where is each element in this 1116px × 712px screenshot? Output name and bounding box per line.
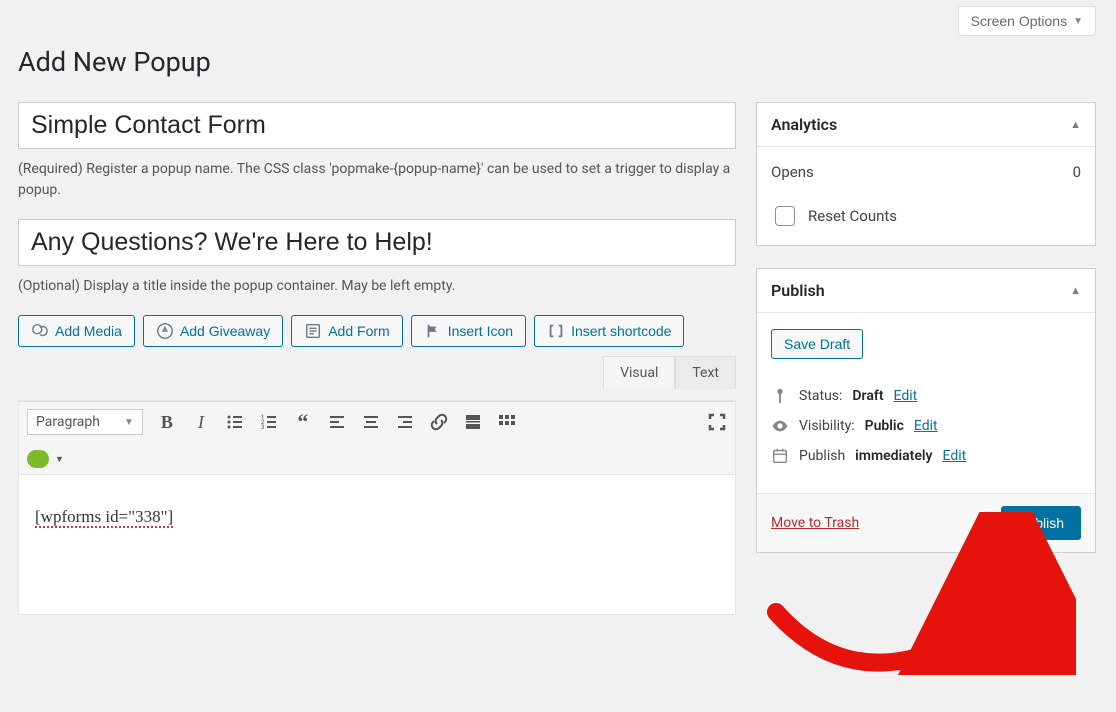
publish-time-line: Publish immediately Edit xyxy=(771,447,1081,465)
tab-text[interactable]: Text xyxy=(675,356,736,389)
add-media-button[interactable]: Add Media xyxy=(18,315,135,347)
save-draft-button[interactable]: Save Draft xyxy=(771,329,863,359)
status-value: Draft xyxy=(852,388,883,404)
flag-icon xyxy=(424,322,442,340)
gift-icon xyxy=(156,322,174,340)
visibility-edit-link[interactable]: Edit xyxy=(914,418,938,434)
format-dropdown[interactable]: Paragraph ▼ xyxy=(27,409,143,435)
analytics-header[interactable]: Analytics ▲ xyxy=(757,103,1095,147)
editor-toolbar: Paragraph ▼ B I 123 “ xyxy=(19,401,735,474)
editor-content-text: [wpforms id="338"] xyxy=(35,507,173,528)
tab-visual[interactable]: Visual xyxy=(603,356,675,389)
read-more-button[interactable] xyxy=(463,408,483,436)
svg-text:3: 3 xyxy=(261,424,264,431)
plugin-icon[interactable] xyxy=(27,450,49,468)
toolbar-toggle-button[interactable] xyxy=(497,408,517,436)
insert-icon-button[interactable]: Insert Icon xyxy=(411,315,526,347)
align-left-button[interactable] xyxy=(327,408,347,436)
analytics-panel: Analytics ▲ Opens 0 Reset Counts xyxy=(756,102,1096,246)
move-to-trash-link[interactable]: Move to Trash xyxy=(771,515,859,531)
calendar-icon xyxy=(771,447,789,465)
publish-label: Publish xyxy=(799,448,845,464)
fullscreen-button[interactable] xyxy=(707,408,727,436)
visibility-value: Public xyxy=(865,418,904,434)
align-center-button[interactable] xyxy=(361,408,381,436)
status-edit-link[interactable]: Edit xyxy=(894,388,918,404)
publish-title: Publish xyxy=(771,281,825,300)
caret-down-icon: ▼ xyxy=(1073,16,1083,27)
visibility-line: Visibility: Public Edit xyxy=(771,417,1081,435)
opens-label: Opens xyxy=(771,163,814,181)
reset-counts-row[interactable]: Reset Counts xyxy=(771,203,1081,229)
format-dropdown-label: Paragraph xyxy=(36,414,100,430)
numbered-list-button[interactable]: 123 xyxy=(259,408,279,436)
align-right-button[interactable] xyxy=(395,408,415,436)
publish-footer: Move to Trash Publish xyxy=(757,493,1095,552)
insert-icon-label: Insert Icon xyxy=(448,323,513,339)
popup-title-helper: (Optional) Display a title inside the po… xyxy=(18,276,736,297)
publish-header[interactable]: Publish ▲ xyxy=(757,269,1095,313)
screen-options-label: Screen Options xyxy=(971,13,1068,29)
bullet-list-button[interactable] xyxy=(225,408,245,436)
publish-button[interactable]: Publish xyxy=(1001,506,1081,540)
reset-counts-label: Reset Counts xyxy=(808,207,897,225)
media-buttons-row: Add Media Add Giveaway Add Form xyxy=(18,315,736,347)
link-button[interactable] xyxy=(429,408,449,436)
publish-time-edit-link[interactable]: Edit xyxy=(943,448,967,464)
reset-counts-checkbox[interactable] xyxy=(775,206,795,226)
add-form-label: Add Form xyxy=(328,323,389,339)
page-title: Add New Popup xyxy=(18,46,1096,78)
caret-down-icon: ▼ xyxy=(55,454,64,465)
add-giveaway-button[interactable]: Add Giveaway xyxy=(143,315,283,347)
add-form-button[interactable]: Add Form xyxy=(291,315,402,347)
insert-shortcode-button[interactable]: Insert shortcode xyxy=(534,315,684,347)
sidebar-column: Analytics ▲ Opens 0 Reset Counts Pub xyxy=(756,102,1096,615)
caret-down-icon: ▼ xyxy=(124,417,134,428)
visibility-label: Visibility: xyxy=(799,418,855,434)
brackets-icon xyxy=(547,322,565,340)
add-giveaway-label: Add Giveaway xyxy=(180,323,270,339)
status-line: Status: Draft Edit xyxy=(771,387,1081,405)
popup-name-helper: (Required) Register a popup name. The CS… xyxy=(18,159,736,201)
insert-shortcode-label: Insert shortcode xyxy=(571,323,671,339)
analytics-title: Analytics xyxy=(771,115,837,134)
popup-title-input[interactable] xyxy=(18,219,736,266)
analytics-opens-row: Opens 0 xyxy=(771,163,1081,181)
form-icon xyxy=(304,322,322,340)
collapse-icon[interactable]: ▲ xyxy=(1070,118,1081,131)
pin-icon xyxy=(771,387,789,405)
screen-options-row: Screen Options ▼ xyxy=(18,0,1096,36)
eye-icon xyxy=(771,417,789,435)
status-label: Status: xyxy=(799,388,842,404)
editor-box: Paragraph ▼ B I 123 “ xyxy=(18,400,736,615)
main-column: (Required) Register a popup name. The CS… xyxy=(18,102,736,615)
screen-options-button[interactable]: Screen Options ▼ xyxy=(958,6,1096,36)
popup-name-input[interactable] xyxy=(18,102,736,149)
collapse-icon[interactable]: ▲ xyxy=(1070,284,1081,297)
media-icon xyxy=(31,322,49,340)
opens-value: 0 xyxy=(1073,163,1081,181)
add-media-label: Add Media xyxy=(55,323,122,339)
bold-button[interactable]: B xyxy=(157,408,177,436)
editor-content[interactable]: [wpforms id="338"] xyxy=(19,474,735,614)
publish-value: immediately xyxy=(855,448,932,464)
editor-tabs: Visual Text xyxy=(18,355,736,388)
publish-panel: Publish ▲ Save Draft Status: Draft Edit xyxy=(756,268,1096,553)
italic-button[interactable]: I xyxy=(191,408,211,436)
blockquote-button[interactable]: “ xyxy=(293,408,313,436)
